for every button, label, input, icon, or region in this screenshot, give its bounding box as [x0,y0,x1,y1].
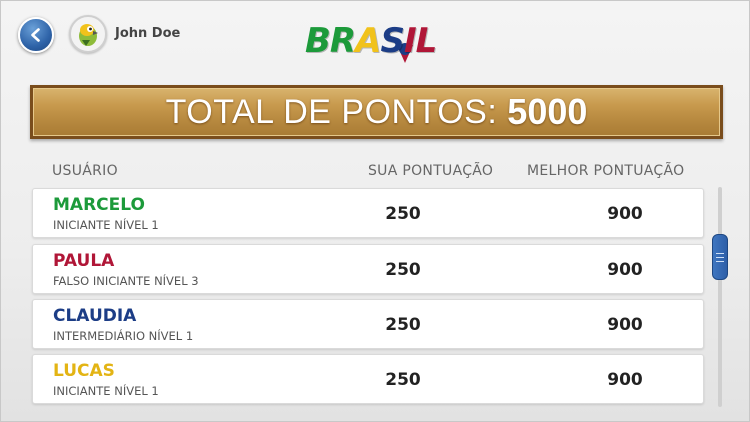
chevron-left-icon [31,28,40,42]
total-points-label: TOTAL DE PONTOS: [165,92,498,131]
row-user-name: LUCAS [53,361,115,381]
row-user-name: MARCELO [53,195,145,215]
parrot-avatar-icon [79,24,98,46]
row-your-score: 250 [385,370,421,390]
row-your-score: 250 [385,204,421,224]
table-row[interactable]: LUCAS INICIANTE NÍVEL 1 250 900 [32,354,704,404]
column-header-user: USUÁRIO [52,163,118,179]
row-user-level: INTERMEDIÁRIO NÍVEL 1 [53,329,194,343]
row-your-score: 250 [385,315,421,335]
app-screen: John Doe BRASIL TOTAL DE PONTOS: 5000 US… [0,0,750,422]
row-user-name: CLAUDIA [53,306,137,326]
scrollbar-thumb[interactable] [712,234,728,280]
table-row[interactable]: PAULA FALSO INICIANTE NÍVEL 3 250 900 [32,244,704,294]
column-header-best-score: MELHOR PONTUAÇÃO [527,163,685,179]
back-button[interactable] [18,17,54,53]
row-best-score: 900 [607,260,643,280]
user-name: John Doe [115,26,181,41]
row-user-level: INICIANTE NÍVEL 1 [53,384,159,398]
row-user-name: PAULA [53,251,115,271]
table-row[interactable]: MARCELO INICIANTE NÍVEL 1 250 900 [32,188,704,238]
row-best-score: 900 [607,370,643,390]
row-user-level: FALSO INICIANTE NÍVEL 3 [53,274,199,288]
row-user-level: INICIANTE NÍVEL 1 [53,218,159,232]
avatar[interactable] [69,15,107,53]
total-points-banner: TOTAL DE PONTOS: 5000 [30,85,723,139]
scrollbar-track[interactable] [718,187,722,407]
row-your-score: 250 [385,260,421,280]
column-header-your-score: SUA PONTUAÇÃO [368,163,494,179]
brasil-logo: BRASIL [305,21,437,63]
total-points-value: 5000 [507,91,588,132]
row-best-score: 900 [607,204,643,224]
table-row[interactable]: CLAUDIA INTERMEDIÁRIO NÍVEL 1 250 900 [32,299,704,349]
row-best-score: 900 [607,315,643,335]
